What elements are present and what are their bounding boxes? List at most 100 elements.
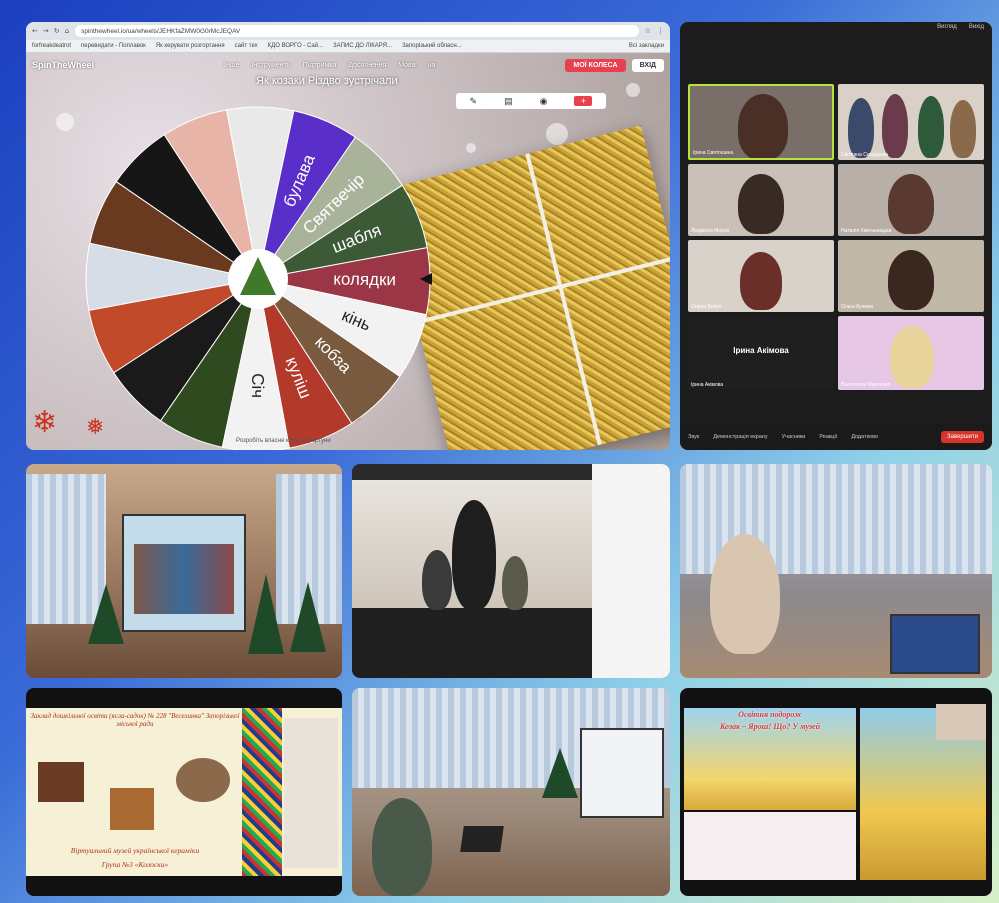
reload-icon[interactable]: ↻ bbox=[54, 27, 60, 35]
wheel-segment-label: колядки bbox=[333, 269, 396, 289]
star-icon[interactable]: ☆ bbox=[645, 27, 651, 35]
participant-tile[interactable]: Наталія Хмельницька bbox=[838, 164, 984, 236]
spinwheel-actions: МОЇ КОЛЕСА ВХІД bbox=[565, 58, 664, 72]
participant-tile[interactable]: Ірина Святошина bbox=[688, 84, 834, 160]
eye-icon[interactable]: ◉ bbox=[540, 96, 548, 107]
more-control[interactable]: Додатково bbox=[851, 434, 878, 440]
audio-control[interactable]: Звук bbox=[688, 434, 699, 440]
participants-control[interactable]: Учасники bbox=[782, 434, 806, 440]
participant-video bbox=[950, 100, 976, 158]
projected-video bbox=[134, 544, 234, 614]
participant-video bbox=[882, 94, 908, 158]
menu-icon[interactable]: ⋮ bbox=[657, 27, 664, 35]
menu-item[interactable]: Мова bbox=[398, 62, 415, 69]
menu-item[interactable]: Інше bbox=[224, 62, 239, 69]
snowflake-icon: ❄ bbox=[32, 405, 58, 440]
child-figure bbox=[372, 798, 432, 896]
wheel-toolbar: ✎ ▤ ◉ + bbox=[456, 93, 606, 109]
bookmark[interactable]: Всі закладки bbox=[629, 43, 664, 49]
participant-name: Світлана Скворцова bbox=[841, 152, 889, 158]
participants-panel[interactable] bbox=[592, 464, 670, 678]
cossack-poster: Освітня подорож Козак – Ярош! Що? У музе… bbox=[684, 708, 856, 810]
christmas-tree bbox=[88, 584, 124, 644]
exit-button[interactable]: Вихід bbox=[969, 24, 984, 34]
slide-body: Заклад дошкільної освіти (ясла-садок) № … bbox=[26, 708, 342, 876]
back-icon[interactable]: ← bbox=[32, 27, 38, 35]
participant-tile[interactable]: Олена Бобко bbox=[688, 240, 834, 312]
participant-video bbox=[422, 550, 452, 610]
clipboard-icon[interactable]: ▤ bbox=[504, 96, 513, 107]
bookmark[interactable]: Як керувати розгортання bbox=[156, 43, 225, 49]
login-button[interactable]: ВХІД bbox=[631, 58, 664, 72]
projector-screen bbox=[122, 514, 246, 632]
spinwheel-logo[interactable]: SpinTheWheel bbox=[32, 60, 94, 70]
participant-tile[interactable]: Світлана Скворцова bbox=[838, 84, 984, 160]
browser-nav: ← → ↻ ⌂ bbox=[32, 27, 69, 35]
call-thumbnails bbox=[352, 464, 592, 480]
wheel-segment-label: Січ bbox=[248, 373, 267, 398]
spin-wheel[interactable]: булаваСвятвечіршабляколядкикінькобзакулі… bbox=[78, 99, 438, 450]
bookmarks-bar: forfreakdeatrot перевидати - Поплавок Як… bbox=[26, 40, 670, 53]
participant-video bbox=[452, 500, 496, 610]
forward-icon[interactable]: → bbox=[43, 27, 49, 35]
bookmark[interactable]: Запорізький обласн... bbox=[402, 43, 462, 49]
bookmark[interactable]: КДО ВОРГО - Сай... bbox=[268, 43, 323, 49]
slide-footer-group: Група №3 «Колоски» bbox=[101, 860, 169, 869]
participant-tile[interactable]: Людмила Мороз bbox=[688, 164, 834, 236]
bokeh-light bbox=[56, 113, 74, 131]
menu-item[interactable]: Підтримка bbox=[303, 62, 337, 69]
participant-name: Ірина Святошина bbox=[693, 150, 734, 156]
zoom-header: Вигляд Вихід bbox=[680, 22, 992, 36]
bookmark[interactable]: сайт тех bbox=[235, 43, 258, 49]
end-meeting-button[interactable]: Завершити bbox=[940, 431, 984, 443]
bookmark[interactable]: перевидати - Поплавок bbox=[81, 43, 146, 49]
participant-video bbox=[888, 174, 934, 234]
bokeh-light bbox=[546, 123, 568, 145]
menu-item[interactable]: Досягнення bbox=[348, 62, 386, 69]
menu-item[interactable]: Інструменти bbox=[251, 62, 290, 69]
wheel-caption: Розробіть власне колесо фортуни bbox=[236, 438, 331, 444]
menu-item[interactable]: ua bbox=[428, 62, 436, 69]
bookmark[interactable]: ЗАПИС ДО ЛІКАРЯ... bbox=[333, 43, 392, 49]
slide-notes bbox=[684, 812, 856, 880]
participant-tile[interactable]: Валентина Марченко bbox=[838, 316, 984, 390]
laptop-screen bbox=[890, 614, 980, 674]
add-icon[interactable]: + bbox=[574, 96, 593, 106]
reactions-control[interactable]: Реакції bbox=[819, 434, 837, 440]
photo-music-hall bbox=[26, 464, 342, 678]
home-icon[interactable]: ⌂ bbox=[65, 27, 69, 35]
slide-ceramics-museum: Заклад дошкільної освіти (ясла-садок) № … bbox=[26, 688, 342, 896]
bokeh-light bbox=[626, 83, 640, 97]
zoom-meeting-window: Вигляд Вихід Ірина Святошина Світлана Ск… bbox=[680, 22, 992, 450]
participant-video bbox=[888, 250, 934, 310]
participant-tile[interactable]: Ольга Кучман bbox=[838, 240, 984, 312]
photo-video-call-dance bbox=[352, 464, 670, 678]
participant-video bbox=[738, 94, 788, 158]
participant-name: Олена Бобко bbox=[691, 304, 722, 310]
spinwheel-header: SpinTheWheel Інше Інструменти Підтримка … bbox=[32, 57, 664, 73]
participant-video bbox=[936, 704, 986, 740]
share-screen-control[interactable]: Демонстрація екрану bbox=[713, 434, 767, 440]
edit-icon[interactable]: ✎ bbox=[470, 96, 478, 107]
bookmark[interactable]: forfreakdeatrot bbox=[32, 43, 71, 49]
view-button[interactable]: Вигляд bbox=[937, 24, 957, 34]
christmas-tree bbox=[542, 748, 578, 798]
poster-title: Козак – Ярош! Що? У музей bbox=[719, 722, 821, 731]
participant-video bbox=[738, 174, 784, 234]
participant-video bbox=[890, 326, 934, 388]
christmas-tree bbox=[290, 582, 326, 652]
address-bar[interactable]: spinthewheel.io/ua/wheels/JEHKfaZMW0G0rM… bbox=[75, 25, 639, 37]
wheel-title: Як козаки Різдво зустрічали bbox=[256, 75, 398, 87]
participant-video bbox=[740, 252, 782, 310]
participant-name: Людмила Мороз bbox=[691, 228, 729, 234]
participant-name: Ірина Акімова bbox=[691, 382, 724, 388]
my-wheels-button[interactable]: МОЇ КОЛЕСА bbox=[565, 58, 626, 72]
pottery-image bbox=[38, 762, 84, 802]
participant-tile[interactable]: Ірина Акімова Ірина Акімова bbox=[688, 316, 834, 390]
participant-name: Ольга Кучман bbox=[841, 304, 874, 310]
participant-center-name: Ірина Акімова bbox=[733, 346, 789, 355]
photo-child-laptop bbox=[352, 688, 670, 896]
slide-footer-title: Віртуальний музей української кераміки bbox=[70, 846, 200, 855]
call-main-video bbox=[352, 480, 592, 610]
pottery-image bbox=[176, 758, 230, 802]
